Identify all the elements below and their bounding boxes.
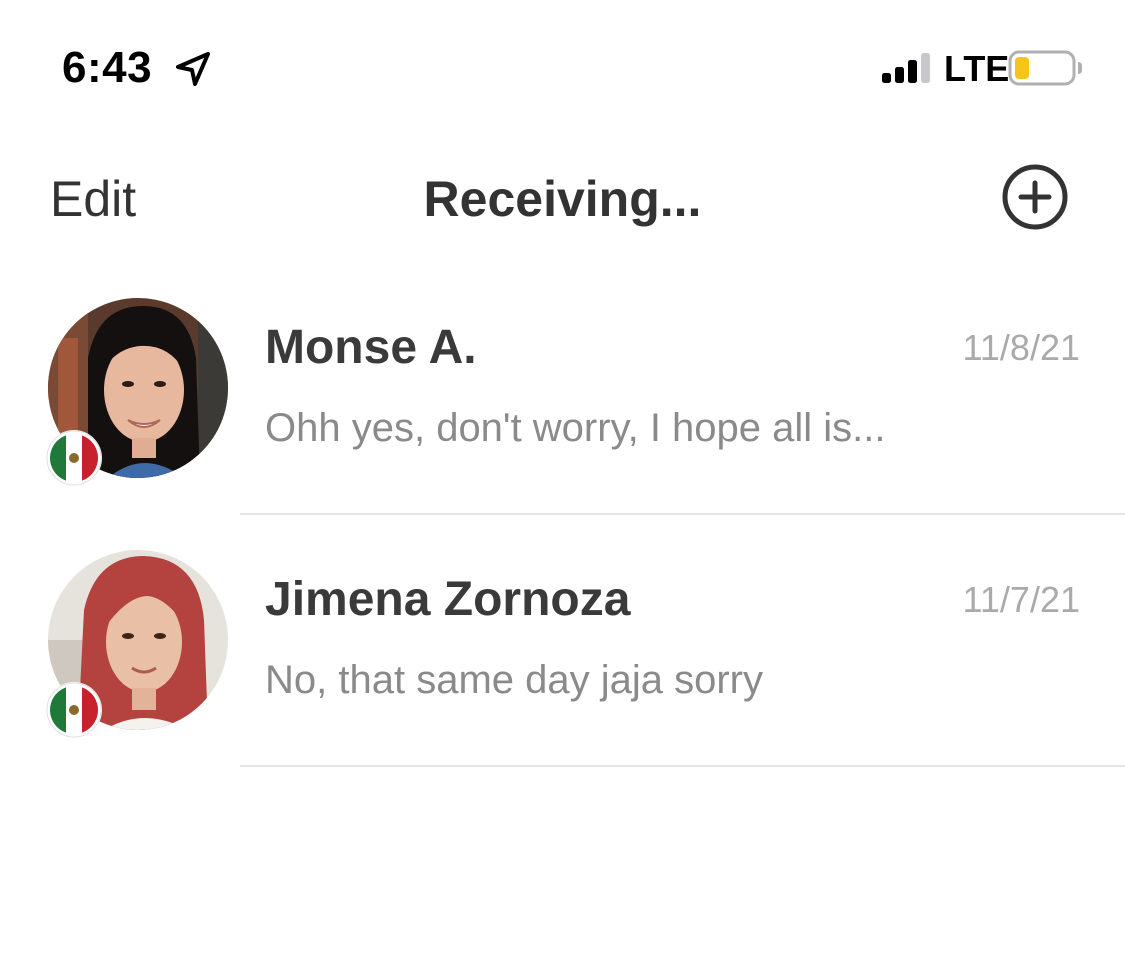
contact-name: Monse A. bbox=[265, 321, 477, 374]
plus-circle-icon[interactable] bbox=[1001, 163, 1069, 231]
status-bar: 6:43 LTE bbox=[0, 0, 1125, 130]
status-time: 6:43 bbox=[62, 43, 153, 92]
message-preview: No, that same day jaja sorry bbox=[265, 658, 763, 702]
conversation-row[interactable]: Jimena Zornoza 11/7/21 No, that same day… bbox=[0, 515, 1125, 767]
mexico-flag-icon bbox=[46, 430, 102, 486]
message-date: 11/7/21 bbox=[962, 579, 1080, 620]
divider bbox=[240, 765, 1125, 767]
message-date: 11/8/21 bbox=[962, 327, 1080, 368]
message-preview: Ohh yes, don't worry, I hope all is... bbox=[265, 406, 886, 450]
contact-name: Jimena Zornoza bbox=[265, 573, 631, 626]
signal-strength-icon bbox=[882, 53, 930, 83]
conversation-row[interactable]: Monse A. 11/8/21 Ohh yes, don't worry, I… bbox=[0, 263, 1125, 515]
edit-button[interactable]: Edit bbox=[50, 170, 136, 228]
battery-icon bbox=[1008, 50, 1082, 86]
mexico-flag-icon bbox=[46, 682, 102, 738]
page-title: Receiving... bbox=[423, 171, 702, 227]
location-arrow-icon bbox=[176, 52, 210, 86]
network-type-label: LTE bbox=[944, 48, 1010, 89]
